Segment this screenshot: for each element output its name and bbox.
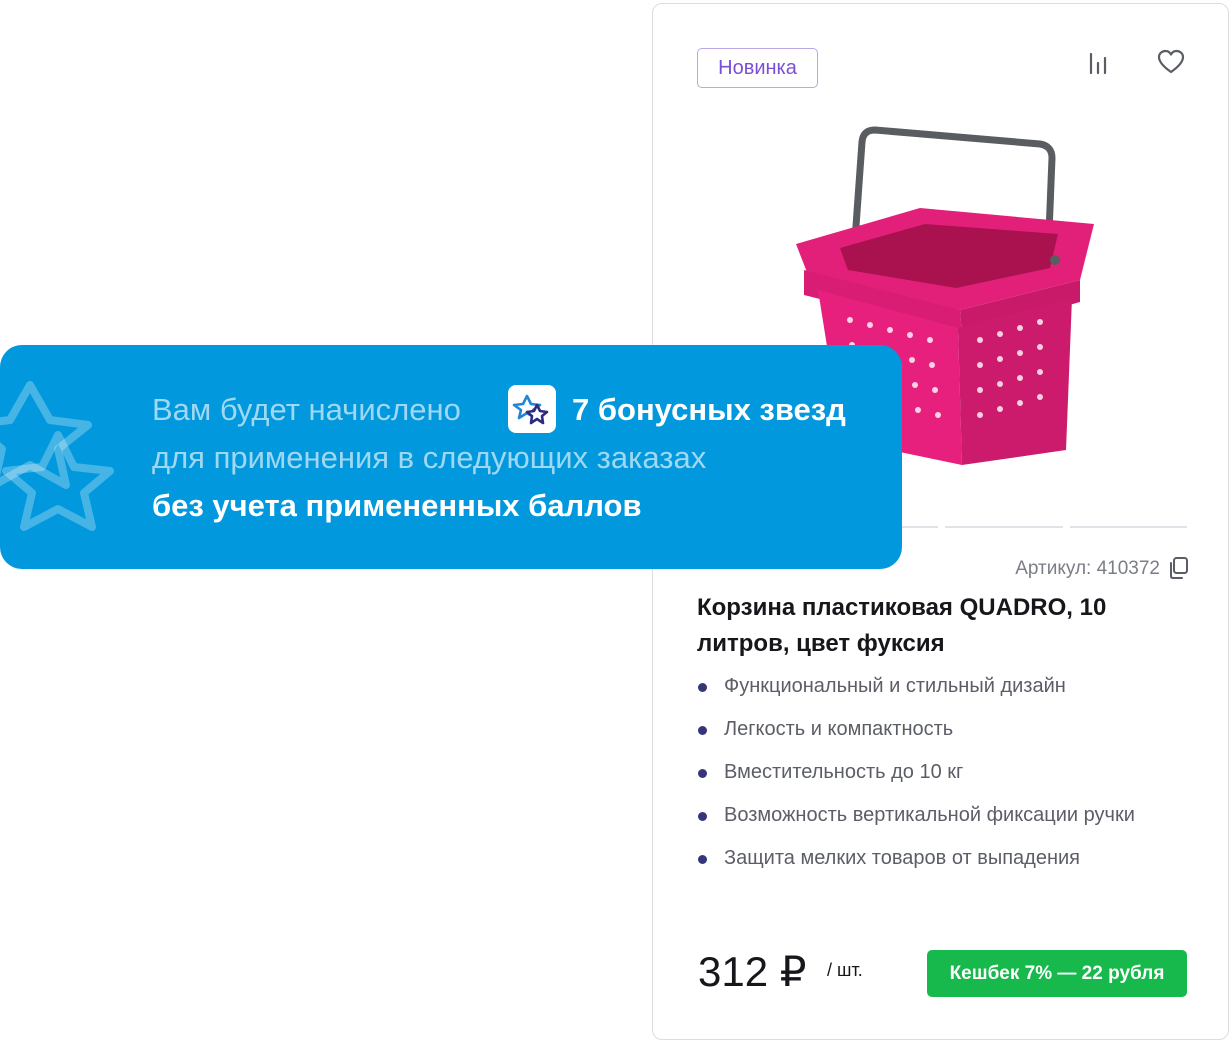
bonus-amount: 7 бонусных звезд bbox=[572, 392, 846, 427]
copy-icon[interactable] bbox=[1166, 555, 1192, 581]
feature-item: Защита мелких товаров от выпадения bbox=[697, 844, 1167, 873]
bonus-line-2: для применения в следующих заказах bbox=[152, 440, 707, 475]
sku-label: Артикул: 410372 bbox=[1015, 558, 1160, 579]
feature-item: Функциональный и стильный дизайн bbox=[697, 672, 1167, 701]
decorative-stars-icon bbox=[0, 381, 114, 531]
feature-list: Функциональный и стильный дизайн Легкост… bbox=[697, 672, 1167, 887]
gallery-indicator[interactable] bbox=[1070, 526, 1187, 528]
feature-item: Вместительность до 10 кг bbox=[697, 758, 1167, 787]
bonus-line-1: Вам будет начислено bbox=[152, 392, 461, 427]
cashback-badge: Кешбек 7% — 22 рубля bbox=[927, 950, 1187, 997]
gallery-indicator[interactable] bbox=[945, 526, 1063, 528]
bonus-line-3: без учета примененных баллов bbox=[152, 488, 642, 523]
favorite-button[interactable] bbox=[1154, 45, 1188, 79]
feature-item: Возможность вертикальной фиксации ручки bbox=[697, 801, 1167, 830]
new-badge: Новинка bbox=[697, 48, 818, 88]
compare-icon bbox=[1089, 52, 1107, 75]
compare-button[interactable] bbox=[1081, 46, 1115, 80]
star-bonus-icon bbox=[508, 385, 556, 433]
product-title[interactable]: Корзина пластиковая QUADRO, 10 литров, ц… bbox=[697, 590, 1177, 662]
heart-icon bbox=[1157, 49, 1185, 74]
feature-item: Легкость и компактность bbox=[697, 715, 1167, 744]
price: 312 ₽ bbox=[698, 948, 807, 995]
price-unit: / шт. bbox=[827, 960, 863, 980]
